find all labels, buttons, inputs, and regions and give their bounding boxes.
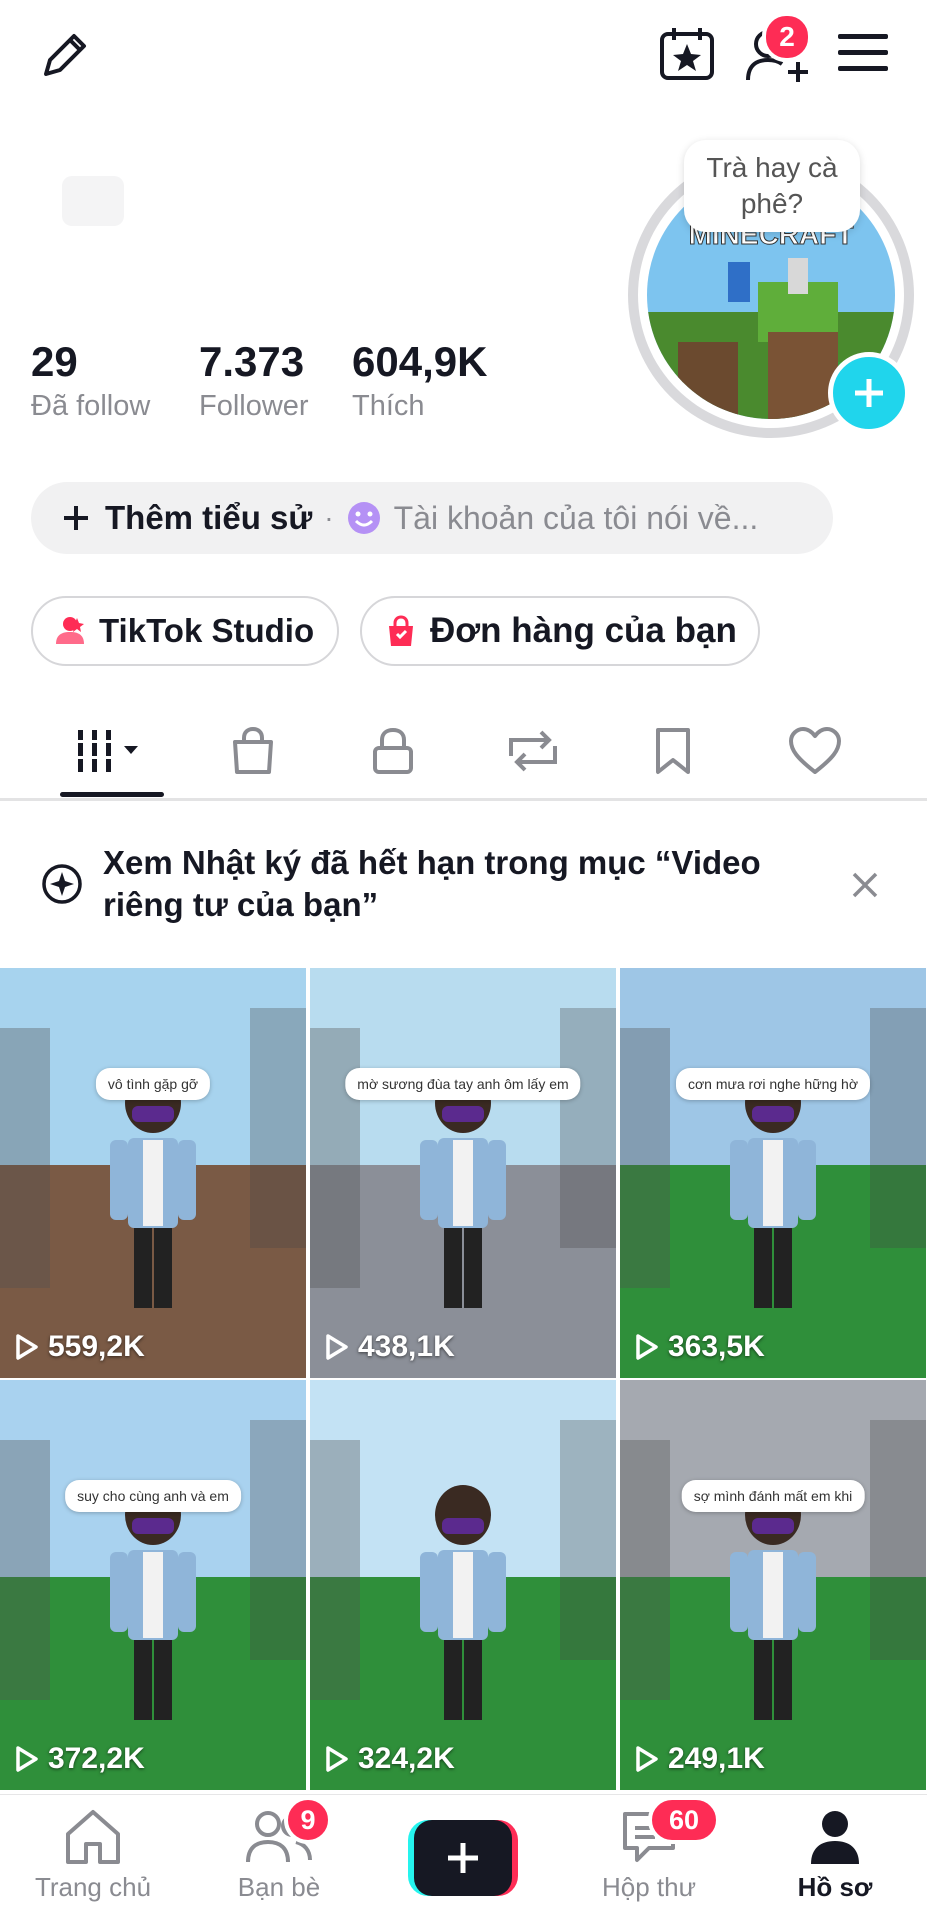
play-icon <box>16 1746 38 1772</box>
caption-bubble: cơn mưa rơi nghe hững hờ <box>675 1068 871 1100</box>
nav-home[interactable]: Trang chủ <box>18 1808 168 1903</box>
view-count: 324,2K <box>324 1742 455 1776</box>
scene-image <box>310 1008 616 1308</box>
nav-inbox-label: Hộp thư <box>601 1872 696 1902</box>
following-count[interactable]: 29 <box>31 338 78 386</box>
home-icon <box>66 1810 120 1864</box>
lock-icon <box>373 727 413 774</box>
tab-private[interactable] <box>338 712 448 790</box>
scene-image <box>620 1420 926 1720</box>
shopping-bag-icon <box>233 726 273 774</box>
add-story-button[interactable] <box>828 352 910 434</box>
tab-saved[interactable] <box>618 712 728 790</box>
nav-friends-label: Bạn bè <box>237 1872 321 1902</box>
following-label[interactable]: Đã follow <box>31 390 150 423</box>
story-bubble[interactable]: Trà hay cà phê? <box>684 140 860 232</box>
scene-image <box>0 1008 306 1308</box>
follower-count[interactable]: 7.373 <box>199 338 304 386</box>
view-count: 363,5K <box>634 1330 765 1364</box>
play-icon <box>16 1334 38 1360</box>
orders-label: Đơn hàng của bạn <box>430 611 737 650</box>
banner-text: Xem Nhật ký đã hết hạn trong mục “Video … <box>103 844 761 923</box>
caption-bubble: sợ mình đánh mất em khi <box>681 1480 865 1512</box>
view-count: 438,1K <box>324 1330 455 1364</box>
play-icon <box>636 1746 658 1772</box>
play-icon <box>636 1334 658 1360</box>
create-button[interactable] <box>408 1820 518 1896</box>
bio-separator: · <box>324 502 334 533</box>
calendar-star-icon[interactable] <box>656 22 718 89</box>
plus-icon <box>61 503 91 533</box>
orders-button[interactable]: Đơn hàng của bạn <box>360 596 760 666</box>
tab-reposts[interactable] <box>478 712 588 790</box>
view-count-label: 324,2K <box>358 1742 455 1775</box>
shopping-bag-icon <box>384 614 418 648</box>
expired-diary-banner[interactable]: Xem Nhật ký đã hết hạn trong mục “Video … <box>0 804 927 964</box>
view-count: 249,1K <box>634 1742 765 1776</box>
scene-image <box>0 1420 306 1720</box>
menu-icon[interactable] <box>836 30 890 81</box>
tab-shop[interactable] <box>198 712 308 790</box>
smile-icon <box>346 500 382 536</box>
plus-icon <box>448 1843 478 1873</box>
play-icon <box>326 1746 348 1772</box>
edit-icon[interactable] <box>34 26 94 91</box>
close-icon[interactable] <box>848 868 882 907</box>
view-count-label: 559,2K <box>48 1330 145 1363</box>
caption-bubble: suy cho cùng anh và em <box>65 1480 241 1512</box>
view-count-label: 372,2K <box>48 1742 145 1775</box>
play-icon <box>326 1334 348 1360</box>
repost-icon <box>509 730 557 772</box>
inbox-badge: 60 <box>648 1796 720 1844</box>
heart-icon <box>789 727 841 774</box>
video-thumbnail[interactable]: suy cho cùng anh và em 372,2K <box>0 1380 306 1790</box>
likes-label[interactable]: Thích <box>352 390 425 423</box>
nav-profile[interactable]: Hồ sơ <box>760 1808 910 1903</box>
tab-videos[interactable] <box>60 712 164 790</box>
username-placeholder <box>62 176 124 226</box>
tabs-divider <box>0 798 927 801</box>
sparkle-icon <box>40 862 84 911</box>
view-count-label: 249,1K <box>668 1742 765 1775</box>
studio-icon <box>53 614 87 648</box>
scene-image <box>620 1008 926 1308</box>
video-thumbnail[interactable]: sợ mình đánh mất em khi 249,1K <box>620 1380 926 1790</box>
view-count: 372,2K <box>14 1742 145 1776</box>
tab-liked[interactable] <box>760 712 870 790</box>
friends-badge: 9 <box>284 1796 332 1844</box>
active-tab-indicator <box>60 792 164 797</box>
view-count: 559,2K <box>14 1330 145 1364</box>
nav-profile-label: Hồ sơ <box>797 1872 873 1902</box>
video-thumbnail[interactable]: vô tình gặp gỡ 559,2K <box>0 968 306 1378</box>
view-count-label: 363,5K <box>668 1330 765 1363</box>
bookmark-icon <box>656 728 690 774</box>
add-bio-bar[interactable]: Thêm tiểu sử · Tài khoản của tôi nói về.… <box>31 482 833 554</box>
nav-home-label: Trang chủ <box>34 1872 152 1902</box>
video-thumbnail[interactable]: 324,2K <box>310 1380 616 1790</box>
caption-bubble: mờ sương đùa tay anh ôm lấy em <box>345 1068 581 1100</box>
likes-count[interactable]: 604,9K <box>352 338 487 386</box>
studio-label: TikTok Studio <box>99 612 315 649</box>
profile-icon <box>811 1811 859 1864</box>
video-thumbnail[interactable]: cơn mưa rơi nghe hững hờ 363,5K <box>620 968 926 1378</box>
video-thumbnail[interactable]: mờ sương đùa tay anh ôm lấy em 438,1K <box>310 968 616 1378</box>
follower-label[interactable]: Follower <box>199 390 309 423</box>
caption-bubble: vô tình gặp gỡ <box>95 1068 211 1100</box>
story-bubble-text: Trà hay cà phê? <box>706 152 838 219</box>
tiktok-studio-button[interactable]: TikTok Studio <box>31 596 339 666</box>
scene-image <box>310 1420 616 1720</box>
notification-badge: 2 <box>762 12 812 62</box>
view-count-label: 438,1K <box>358 1330 455 1363</box>
add-bio-label: Thêm tiểu sử <box>105 499 313 536</box>
grid-videos-icon <box>78 730 138 772</box>
bio-placeholder: Tài khoản của tôi nói về... <box>393 499 759 536</box>
